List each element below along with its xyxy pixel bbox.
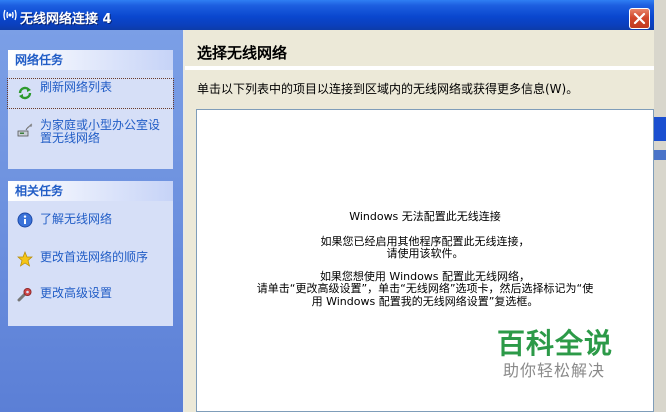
close-button[interactable] <box>629 8 650 29</box>
network-tasks-header[interactable]: 网络任务 <box>8 50 173 70</box>
setup-home-network-link[interactable]: 为家庭或小型办公室设 置无线网络 <box>8 117 173 147</box>
learn-wireless-link[interactable]: 了解无线网络 <box>8 210 173 232</box>
settings-icon <box>17 288 32 302</box>
info-icon <box>17 212 33 228</box>
change-advanced-settings-label: 更改高级设置 <box>40 286 113 300</box>
page-title: 选择无线网络 <box>197 44 288 62</box>
setup-home-network-label-line1: 为家庭或小型办公室设 <box>40 118 161 132</box>
message-line: Windows 无法配置此无线连接 <box>349 210 501 223</box>
refresh-network-list-label: 刷新网络列表 <box>40 80 113 94</box>
change-preferred-order-link[interactable]: 更改首选网络的顺序 <box>8 248 173 270</box>
change-advanced-settings-link[interactable]: 更改高级设置 <box>8 284 173 306</box>
close-icon <box>633 12 646 25</box>
network-setup-icon <box>17 123 33 137</box>
refresh-icon <box>18 86 32 100</box>
setup-home-network-label-line2: 置无线网络 <box>40 131 101 145</box>
related-tasks-box: 相关任务 了解无线网络 更改首选网络的顺序 更改高级设置 <box>8 181 173 326</box>
instructions-text: 单击以下列表中的项目以连接到区域内的无线网络或获得更多信息(W)。 <box>197 82 579 96</box>
watermark-slogan: 助你轻松解决 <box>503 361 606 380</box>
star-icon <box>17 251 33 267</box>
message-line: 请单击“更改高级设置”，单击“无线网络”选项卡，然后选择标记为“使 <box>256 282 594 295</box>
message-line: 请使用该软件。 <box>386 247 464 260</box>
refresh-network-list-link[interactable]: 刷新网络列表 <box>7 78 174 109</box>
task-pane: 网络任务 刷新网络列表 为家庭或小型办公室设 置无线网络 相关任务 了解无线网络… <box>0 30 183 412</box>
learn-wireless-label: 了解无线网络 <box>40 212 113 226</box>
message-line: 如果您想使用 Windows 配置此无线网络， <box>319 270 531 283</box>
window-title: 无线网络连接 4 <box>20 12 112 27</box>
watermark-brand: 百科全说 <box>497 327 614 360</box>
wireless-network-icon <box>3 9 17 21</box>
change-preferred-order-label: 更改首选网络的顺序 <box>40 250 149 264</box>
related-tasks-header[interactable]: 相关任务 <box>8 181 173 201</box>
background-window-edge <box>654 0 666 412</box>
title-bar[interactable]: 无线网络连接 4 <box>0 0 666 30</box>
message-line: 用 Windows 配置我的无线网络设置”复选框。 <box>311 295 539 308</box>
message-line: 如果您已经启用其他程序配置此无线连接， <box>320 235 530 248</box>
network-tasks-box: 网络任务 刷新网络列表 为家庭或小型办公室设 置无线网络 <box>7 50 174 169</box>
divider <box>185 66 654 70</box>
